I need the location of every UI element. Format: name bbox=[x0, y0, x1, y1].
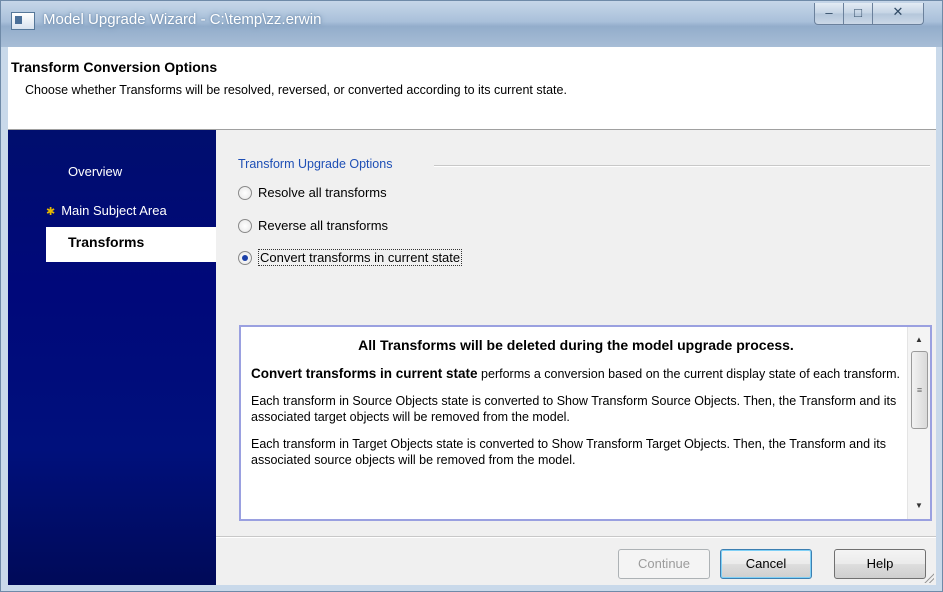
radio-circle[interactable] bbox=[238, 185, 252, 200]
radio-circle-selected[interactable] bbox=[238, 250, 252, 265]
nav-item-main-subject-area[interactable]: ✱ Main Subject Area bbox=[46, 200, 216, 222]
radio-label: Resolve all transforms bbox=[258, 185, 387, 200]
radio-circle[interactable] bbox=[238, 218, 252, 233]
info-paragraph: Each transform in Source Objects state i… bbox=[251, 394, 897, 424]
radio-reverse-all[interactable]: Reverse all transforms bbox=[238, 216, 388, 236]
info-paragraph: Each transform in Target Objects state i… bbox=[251, 437, 887, 467]
nav-item-transforms[interactable]: Transforms bbox=[46, 227, 216, 262]
wizard-nav: Overview ✱ Main Subject Area Transforms bbox=[8, 130, 216, 585]
radio-convert-current[interactable]: Convert transforms in current state bbox=[238, 248, 463, 268]
info-panel[interactable]: All Transforms will be deleted during th… bbox=[239, 325, 932, 521]
app-icon bbox=[11, 12, 35, 30]
info-headline: All Transforms will be deleted during th… bbox=[358, 337, 794, 353]
continue-button[interactable]: Continue bbox=[618, 549, 710, 579]
page-description: Choose whether Transforms will be resolv… bbox=[25, 83, 567, 97]
wizard-content: Transform Upgrade Options Resolve all tr… bbox=[216, 130, 936, 585]
radio-label: Convert transforms in current state bbox=[258, 249, 463, 266]
cancel-button[interactable]: Cancel bbox=[720, 549, 812, 579]
group-divider bbox=[434, 165, 930, 167]
radio-label: Reverse all transforms bbox=[258, 218, 389, 233]
info-text: All Transforms will be deleted during th… bbox=[251, 337, 901, 479]
window-title: Model Upgrade Wizard - C:\temp\zz.erwin bbox=[43, 11, 322, 28]
button-separator bbox=[216, 536, 936, 538]
info-scrollbar[interactable]: ▲ ≡ ▼ bbox=[907, 327, 930, 519]
title-bar[interactable]: Model Upgrade Wizard - C:\temp\zz.erwin … bbox=[1, 1, 942, 47]
scroll-up-arrow-icon[interactable]: ▲ bbox=[908, 331, 930, 349]
info-bold-term: Convert transforms in current state bbox=[251, 366, 478, 381]
wizard-window: Model Upgrade Wizard - C:\temp\zz.erwin … bbox=[0, 0, 943, 592]
help-button[interactable]: Help bbox=[834, 549, 926, 579]
minimize-button[interactable]: – bbox=[814, 3, 844, 25]
info-paragraph-rest: performs a conversion based on the curre… bbox=[477, 367, 900, 381]
scroll-down-arrow-icon[interactable]: ▼ bbox=[908, 497, 930, 515]
maximize-button[interactable]: □ bbox=[843, 3, 873, 25]
close-button[interactable]: ✕ bbox=[872, 3, 924, 25]
radio-resolve-all[interactable]: Resolve all transforms bbox=[238, 183, 387, 203]
nav-item-label: Main Subject Area bbox=[61, 203, 167, 218]
info-paragraph: Convert transforms in current state perf… bbox=[251, 366, 901, 382]
scroll-thumb[interactable]: ≡ bbox=[911, 351, 928, 429]
wizard-header: Transform Conversion Options Choose whet… bbox=[8, 47, 936, 130]
page-title: Transform Conversion Options bbox=[11, 59, 218, 75]
subject-area-icon: ✱ bbox=[46, 206, 56, 218]
options-group-label: Transform Upgrade Options bbox=[238, 157, 393, 171]
nav-item-overview[interactable]: Overview bbox=[68, 161, 238, 183]
resize-grip-icon[interactable] bbox=[922, 571, 934, 583]
